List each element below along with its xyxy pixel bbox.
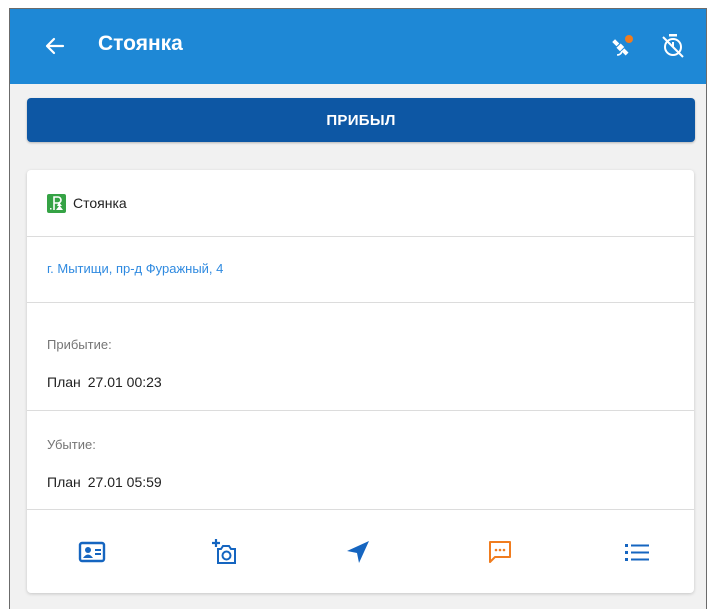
arrival-label: Прибытие:	[47, 337, 112, 352]
add-photo-icon	[212, 539, 236, 564]
stop-type-label: Стоянка	[73, 195, 127, 211]
departure-plan-time: 27.01 05:59	[87, 474, 162, 490]
departure-label: Убытие:	[47, 437, 96, 452]
add-photo-button[interactable]	[209, 536, 241, 568]
timer-button[interactable]	[658, 31, 688, 61]
list-icon	[625, 544, 649, 561]
departure-plan-word: План	[47, 474, 81, 490]
satellite-icon	[612, 35, 633, 56]
arrival-plan-time: 27.01 00:23	[87, 374, 162, 390]
action-bar	[27, 510, 694, 593]
parking-tree-icon	[47, 194, 66, 213]
list-button[interactable]	[621, 536, 653, 568]
navigate-icon	[347, 541, 369, 563]
gps-status-button[interactable]	[608, 31, 638, 61]
arrival-plan-word: План	[47, 374, 81, 390]
arrival-row: Прибытие: План 27.01 00:23	[27, 303, 694, 411]
chat-button[interactable]	[484, 536, 516, 568]
timer-off-icon	[662, 34, 684, 58]
chat-icon	[489, 541, 511, 563]
page-title: Стоянка	[98, 32, 183, 55]
arrived-button[interactable]: ПРИБЫЛ	[27, 98, 695, 142]
contact-button[interactable]	[76, 536, 108, 568]
navigate-button[interactable]	[342, 536, 374, 568]
back-button[interactable]	[40, 31, 70, 61]
address-link[interactable]: г. Мытищи, пр-д Фуражный, 4	[47, 261, 223, 276]
stop-card: Стоянка г. Мытищи, пр-д Фуражный, 4 Приб…	[27, 170, 694, 593]
departure-row: Убытие: План 27.01 05:59	[27, 411, 694, 510]
back-arrow-icon	[45, 37, 65, 55]
arrival-plan: План 27.01 00:23	[47, 374, 162, 390]
contact-card-icon	[78, 541, 106, 563]
address-row[interactable]: г. Мытищи, пр-д Фуражный, 4	[27, 237, 694, 303]
toolbar: Стоянка	[10, 9, 706, 84]
app-screen: Стоянка ПРИБЫЛ Стоянка г. Мытищи, пр-д Ф…	[9, 8, 707, 609]
stop-type-row: Стоянка	[27, 170, 694, 237]
departure-plan: План 27.01 05:59	[47, 474, 162, 490]
